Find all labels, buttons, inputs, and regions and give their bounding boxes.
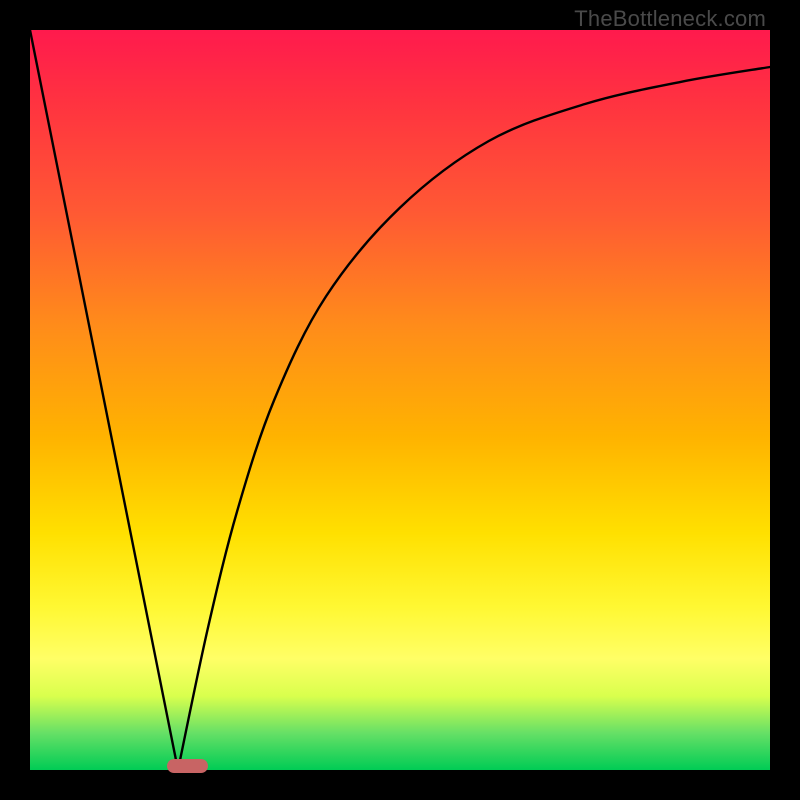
optimum-marker [167, 759, 208, 773]
plot-area [30, 30, 770, 770]
watermark-text: TheBottleneck.com [574, 6, 766, 32]
curve-layer [30, 30, 770, 770]
bottleneck-curve-path [30, 30, 770, 770]
chart-frame: TheBottleneck.com [0, 0, 800, 800]
